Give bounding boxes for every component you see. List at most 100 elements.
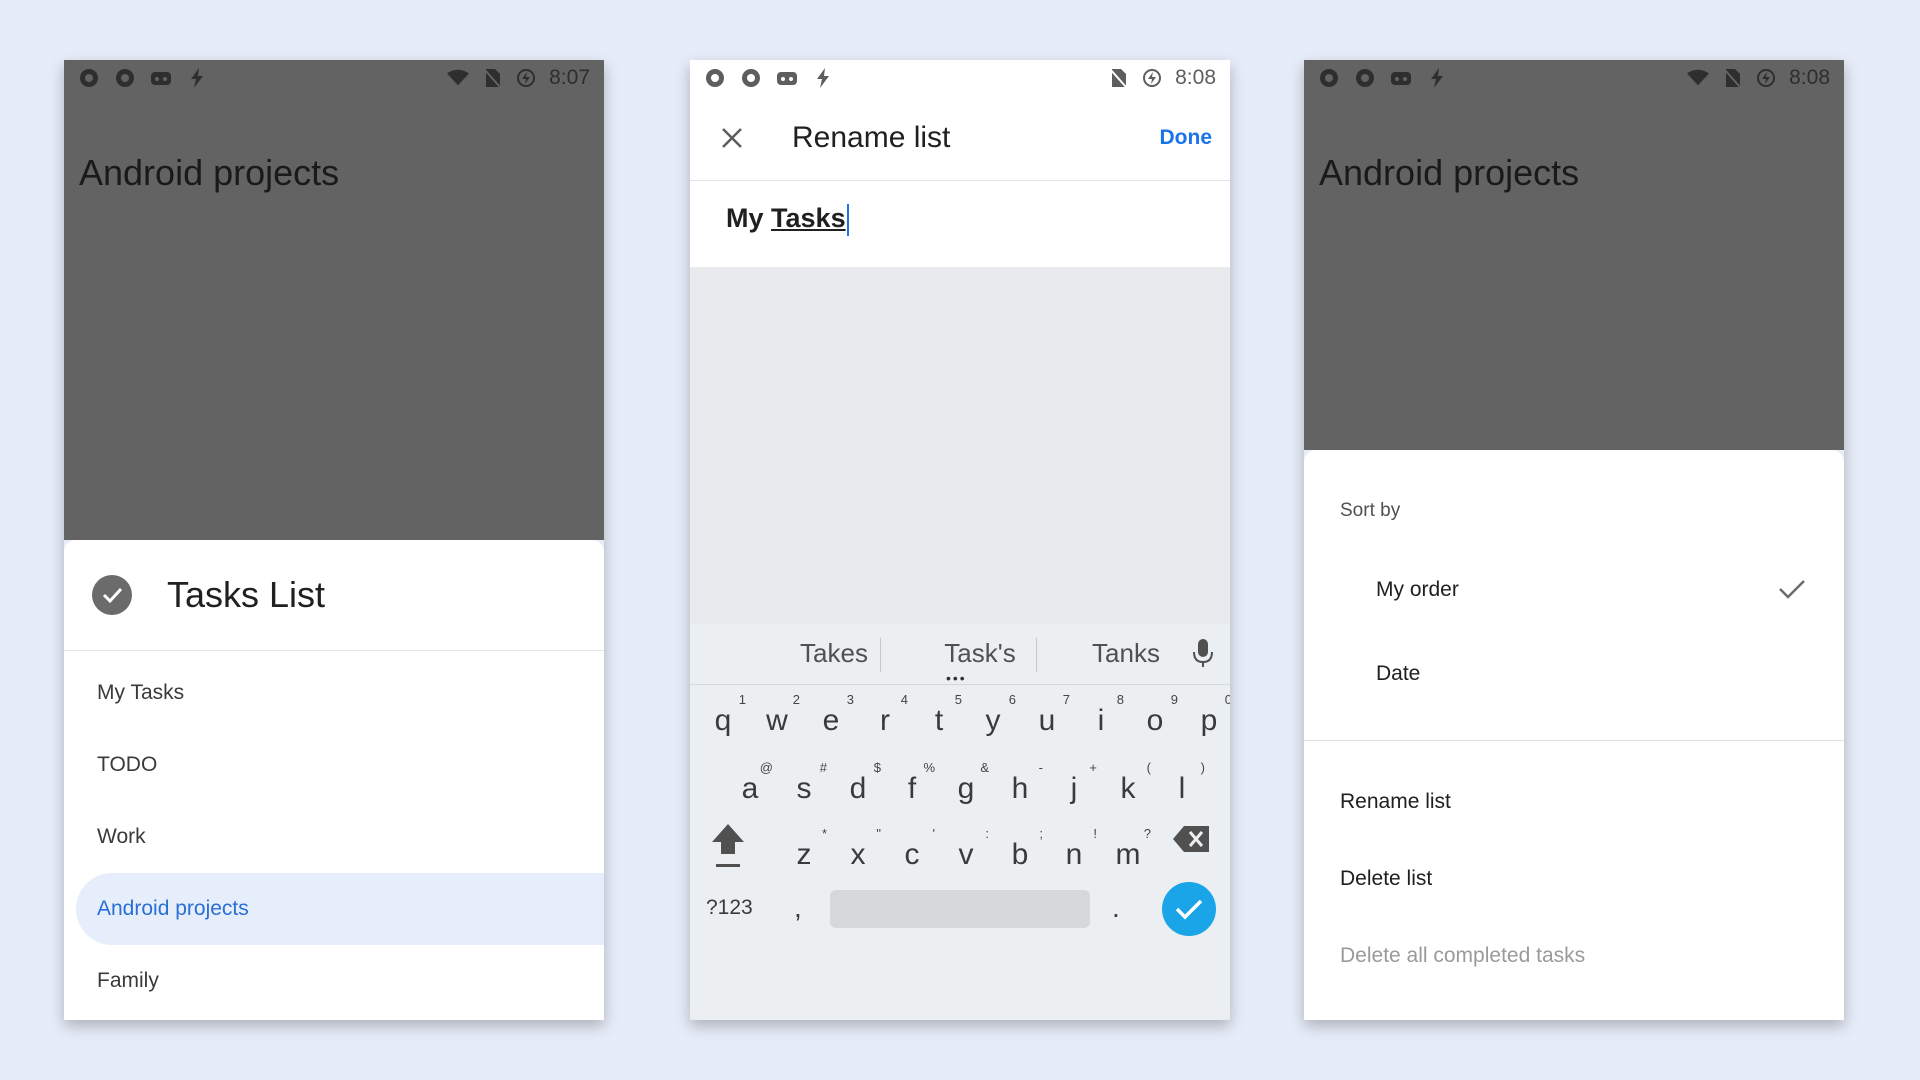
key-l[interactable]: ) l [1155,754,1209,824]
key-h[interactable]: -h [993,754,1047,824]
key-f[interactable]: % f [885,754,939,824]
key-b[interactable]: ; b [993,820,1047,890]
app-title: Android projects [1319,152,1580,193]
no-sim-icon [481,67,503,89]
key-letter: c [904,838,920,871]
key-m[interactable]: ? m [1101,820,1155,890]
no-sim-icon [1107,67,1129,89]
delete-list-action[interactable]: Delete list [1340,867,1432,891]
task-lists: My Tasks TODO Work Android projects Family [64,657,604,1017]
done-button[interactable]: Done [1160,126,1213,150]
check-circle-icon [92,575,132,615]
list-item[interactable]: TODO [64,729,604,801]
list-item[interactable]: Family [64,945,604,1017]
key-i[interactable]: 8i [1074,686,1128,756]
key-z[interactable]: * z [777,820,831,890]
divider [1304,740,1844,741]
shift-key[interactable] [708,820,748,872]
rename-list-action[interactable]: Rename list [1340,790,1451,814]
comma-key[interactable]: , [794,892,802,924]
scrim[interactable] [64,60,604,540]
key-x[interactable]: " x [831,820,885,890]
sort-option-my-order[interactable]: My order [1376,578,1459,602]
key-e[interactable]: 3e [804,686,858,756]
toolbar-title: Rename list [792,121,951,154]
key-g[interactable]: & g [939,754,993,824]
suggestion[interactable]: Task's [910,638,1050,669]
close-button[interactable] [712,118,752,158]
key-letter: i [1097,704,1105,737]
key-k[interactable]: (k [1101,754,1155,824]
input-word-1: My [726,203,764,233]
key-letter: d [849,772,867,805]
enter-key[interactable] [1162,882,1216,936]
key-letter: x [850,838,866,871]
app-title: Android projects [79,152,340,193]
backspace-icon [1173,826,1209,852]
bolt-icon [1426,67,1448,89]
key-r[interactable]: 4r [858,686,912,756]
status-bar: 8:08 [690,60,1230,96]
key-n[interactable]: ! n [1047,820,1101,890]
keyboard-row-2: @ a # s $ d% f & g - h + j(k) l [690,754,1230,824]
key-a[interactable]: @ a [723,754,777,824]
key-letter: e [822,704,840,737]
key-letter: u [1038,704,1056,737]
key-q[interactable]: 1q [696,686,750,756]
key-p[interactable]: 0p [1182,686,1230,756]
delete-completed-action[interactable]: Delete all completed tasks [1340,944,1585,968]
list-item[interactable]: My Tasks [64,657,604,729]
key-letter: o [1146,704,1164,737]
key-d[interactable]: $ d [831,754,885,824]
mic-icon[interactable] [1192,638,1214,673]
space-bar[interactable] [830,890,1090,928]
key-y[interactable]: 6y [966,686,1020,756]
chrome-icon [740,67,762,89]
shift-icon [712,824,744,867]
battery-saver-icon [1755,67,1777,89]
sheet-header: Tasks List [64,540,604,651]
list-name-input[interactable]: My Tasks [726,203,849,236]
more-suggestions-dots[interactable]: ••• [946,670,967,686]
key-s[interactable]: # s [777,754,831,824]
key-letter: f [907,772,917,805]
battery-saver-icon [515,67,537,89]
key-letter: l [1178,772,1186,805]
list-item[interactable]: Android projects [76,873,604,945]
chrome-icon [78,67,100,89]
no-sim-icon [1721,67,1743,89]
check-icon [1175,899,1203,920]
chrome-icon [1354,67,1376,89]
key-letter: p [1200,704,1218,737]
key-letter: v [958,838,974,871]
key-o[interactable]: 9o [1128,686,1182,756]
chrome-icon [114,67,136,89]
list-item[interactable]: Work [64,801,604,873]
period-key[interactable]: . [1112,892,1120,924]
list-name-field[interactable]: My Tasks [690,181,1230,267]
android-debug-icon [1390,67,1412,89]
key-u[interactable]: 7u [1020,686,1074,756]
bolt-icon [812,67,834,89]
key-c[interactable]: ' c [885,820,939,890]
suggestion[interactable]: Tanks [1056,638,1196,669]
soft-keyboard: Takes Task's ••• Tanks 1q2w3e4r5t6y7u8i9… [690,624,1230,1020]
key-letter: k [1120,772,1136,805]
wifi-icon [447,67,470,89]
key-j[interactable]: + j [1047,754,1101,824]
key-letter: y [985,704,1001,737]
battery-saver-icon [1141,67,1163,89]
symbols-key[interactable]: ?123 [706,896,753,920]
suggestion[interactable]: Takes [764,638,904,669]
scrim[interactable] [1304,60,1844,450]
backspace-key[interactable] [1172,824,1212,858]
key-letter: w [766,704,788,737]
key-v[interactable]: :v [939,820,993,890]
key-t[interactable]: 5t [912,686,966,756]
sort-option-date[interactable]: Date [1376,662,1420,686]
keyboard-row-1: 1q2w3e4r5t6y7u8i9o0p [690,686,1230,756]
key-letter: q [714,704,732,737]
phone-screen-options: 8:08 Android projects Sort by My order D… [1304,60,1844,1020]
key-w[interactable]: 2w [750,686,804,756]
key-letter: h [1011,772,1029,805]
